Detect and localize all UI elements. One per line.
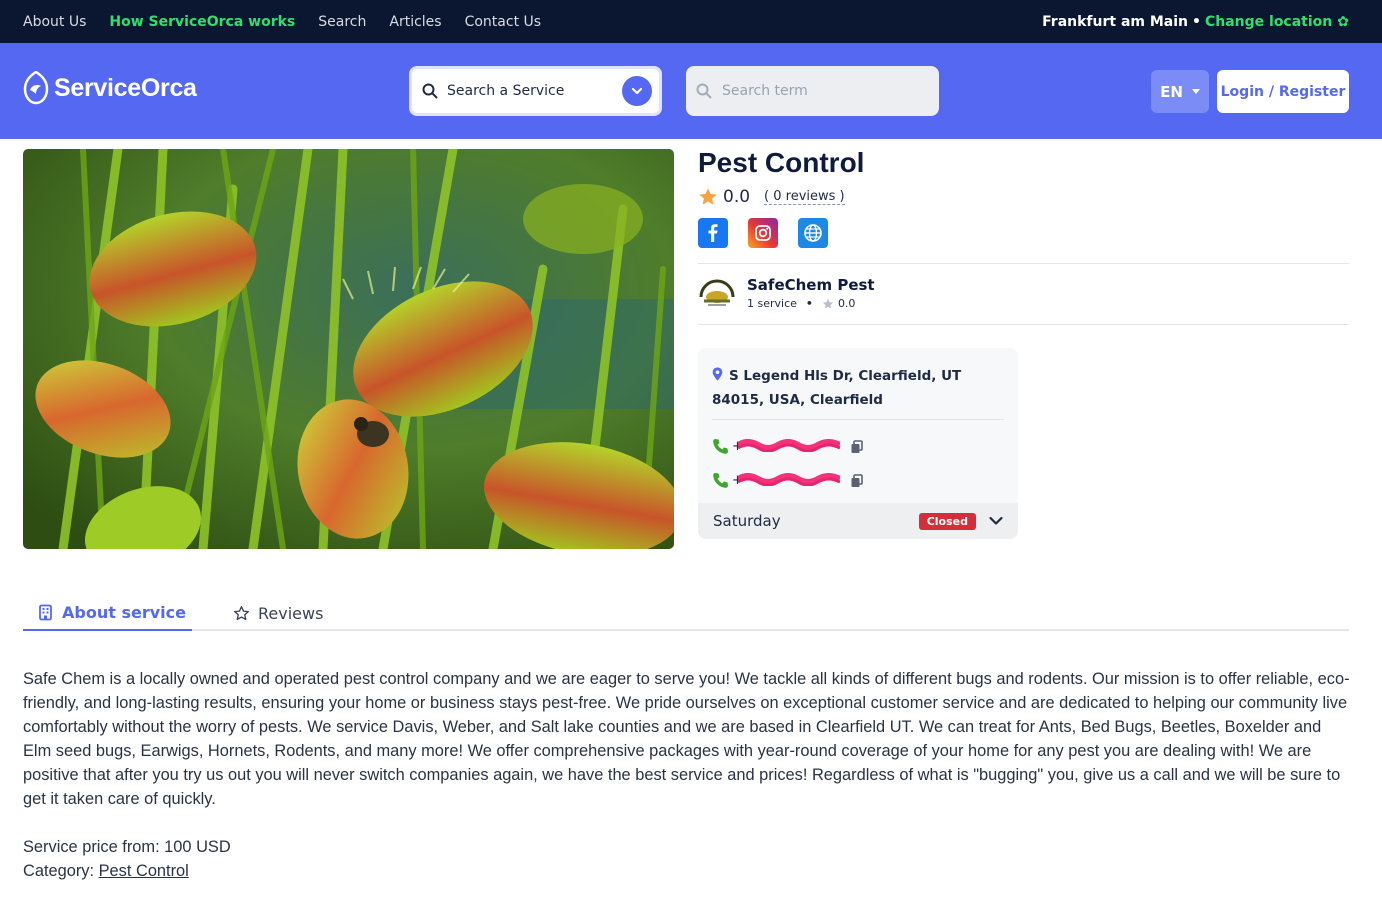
social-links — [698, 218, 828, 248]
service-image — [23, 149, 674, 549]
address-text: S Legend Hls Dr, Clearfield, UT 84015, U… — [712, 368, 962, 408]
star-icon — [822, 298, 834, 309]
meta-separator: • — [805, 297, 813, 310]
star-outline-icon — [234, 606, 249, 621]
search-term-input[interactable] — [722, 83, 922, 99]
service-price: Service price from: 100 USD — [23, 838, 231, 856]
address: S Legend Hls Dr, Clearfield, UT 84015, U… — [712, 364, 1007, 412]
phone-row-1: + — [712, 438, 864, 455]
tab-about-service[interactable]: About service — [23, 596, 192, 631]
orca-logo-icon — [23, 71, 49, 105]
site-logo[interactable]: ServiceOrca — [23, 70, 197, 106]
service-rating: 0.0 ( 0 reviews ) — [698, 186, 845, 208]
top-bar: About Us How ServiceOrca works Search Ar… — [0, 0, 1382, 43]
location-separator: • — [1192, 13, 1201, 30]
building-icon — [39, 604, 52, 621]
provider-meta: 1 service • 0.0 — [747, 297, 875, 310]
nav-search[interactable]: Search — [318, 14, 366, 30]
provider-name[interactable]: SafeChem Pest — [747, 276, 875, 294]
day-name: Saturday — [713, 512, 781, 530]
change-location-link[interactable]: Change location — [1205, 14, 1332, 30]
phone-row-2: + — [712, 472, 864, 489]
chevron-down-icon[interactable] — [988, 513, 1004, 529]
nav-articles[interactable]: Articles — [389, 14, 441, 30]
service-select[interactable]: Search a Service — [409, 66, 662, 116]
provider-rating: 0.0 — [837, 297, 856, 310]
phone-icon — [713, 439, 728, 454]
redacted-scribble — [738, 439, 840, 452]
tab-about-label: About service — [62, 603, 186, 622]
language-label: EN — [1160, 82, 1183, 101]
opening-hours-toggle[interactable]: Saturday Closed — [698, 503, 1018, 539]
contact-card: S Legend Hls Dr, Clearfield, UT 84015, U… — [698, 348, 1018, 539]
top-nav: About Us How ServiceOrca works Search Ar… — [23, 0, 564, 43]
facebook-icon[interactable] — [698, 218, 728, 248]
search-icon — [696, 83, 712, 99]
chevron-down-icon[interactable] — [622, 76, 652, 106]
provider-service-count: 1 service — [747, 297, 797, 310]
copy-icon[interactable] — [850, 439, 864, 454]
service-description: Safe Chem is a locally owned and operate… — [23, 670, 1350, 808]
website-icon[interactable] — [798, 218, 828, 248]
service-tabs: About service Reviews — [23, 596, 1349, 631]
phone-number-1[interactable]: + — [732, 439, 840, 454]
login-register-button[interactable]: Login / Register — [1217, 70, 1349, 113]
tab-reviews[interactable]: Reviews — [233, 596, 323, 631]
provider-info[interactable]: SafeChem Pest 1 service • 0.0 — [698, 276, 875, 310]
brand-name: ServiceOrca — [54, 73, 197, 102]
location-area: Frankfurt am Main • Change location ✿ — [1042, 0, 1349, 43]
category-label: Category: — [23, 862, 95, 880]
divider — [712, 419, 1004, 420]
gear-icon[interactable]: ✿ — [1337, 14, 1349, 30]
rating-score: 0.0 — [723, 187, 751, 207]
current-location: Frankfurt am Main — [1042, 13, 1189, 30]
search-icon — [422, 83, 438, 99]
redacted-scribble — [738, 473, 840, 486]
provider-text: SafeChem Pest 1 service • 0.0 — [747, 276, 875, 310]
nav-how-it-works[interactable]: How ServiceOrca works — [109, 14, 295, 30]
provider-logo — [699, 279, 735, 306]
star-icon — [699, 188, 717, 205]
phone-number-2[interactable]: + — [732, 473, 840, 488]
nav-contact-us[interactable]: Contact Us — [465, 14, 541, 30]
phone-icon — [713, 473, 728, 488]
status-badge: Closed — [918, 512, 976, 530]
map-pin-icon — [712, 367, 723, 381]
search-term-box — [686, 66, 939, 116]
divider — [698, 263, 1349, 264]
reviews-count-link[interactable]: ( 0 reviews ) — [764, 189, 845, 205]
nav-about-us[interactable]: About Us — [23, 14, 86, 30]
service-category: Category: Pest Control — [23, 859, 189, 883]
main-header: ServiceOrca Search a Service EN Login / … — [0, 43, 1382, 139]
copy-icon[interactable] — [850, 473, 864, 488]
category-link[interactable]: Pest Control — [99, 862, 189, 880]
divider — [698, 324, 1349, 325]
page-title: Pest Control — [698, 147, 865, 178]
tab-reviews-label: Reviews — [258, 604, 324, 623]
language-selector[interactable]: EN — [1151, 70, 1209, 113]
instagram-icon[interactable] — [748, 218, 778, 248]
service-select-label: Search a Service — [447, 83, 565, 99]
caret-down-icon — [1191, 89, 1200, 94]
